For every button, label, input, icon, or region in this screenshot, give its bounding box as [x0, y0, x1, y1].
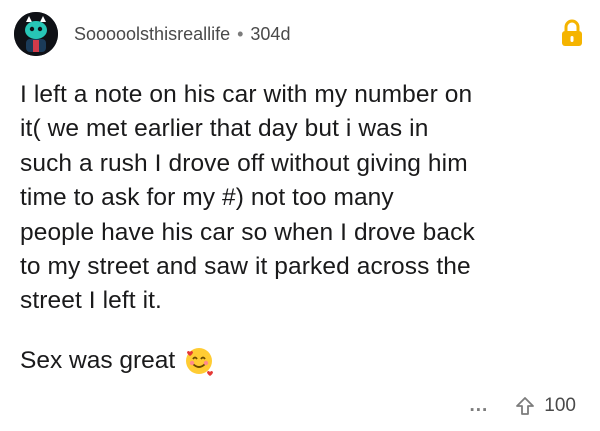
post-footer: ... 100	[469, 395, 576, 417]
followup-text: Sex was great	[20, 347, 176, 374]
upvote-count: 100	[544, 395, 576, 416]
post-followup: Sex was great	[20, 344, 215, 378]
lock-icon	[562, 19, 582, 46]
post-age: 304d	[250, 23, 291, 44]
post-line: I left a note on his car with my number …	[20, 81, 473, 108]
post-line: street I left it.	[20, 287, 162, 315]
more-options-button[interactable]: ...	[469, 395, 488, 417]
upvote-arrow-icon[interactable]	[514, 395, 536, 417]
post-header: Soooools​thisreallife • 304d	[14, 12, 586, 56]
post-meta: Soooools​thisreallife • 304d	[74, 24, 290, 45]
post-line: people have his car so when I drove back	[20, 218, 475, 246]
post-body: I left a note on his car with my number …	[20, 78, 580, 319]
username[interactable]: Soooools​thisreallife	[74, 24, 230, 45]
user-avatar[interactable]	[14, 12, 58, 56]
post-line: to my street and saw it parked across th…	[20, 253, 471, 281]
post-line: time to ask for my #) not too many	[20, 184, 394, 212]
post-line: it( we met earlier that day but i was in	[20, 115, 429, 143]
smiling-face-with-hearts-icon	[186, 348, 214, 376]
separator-dot: •	[237, 23, 244, 44]
post-line: such a rush I drove off without giving h…	[20, 149, 468, 177]
